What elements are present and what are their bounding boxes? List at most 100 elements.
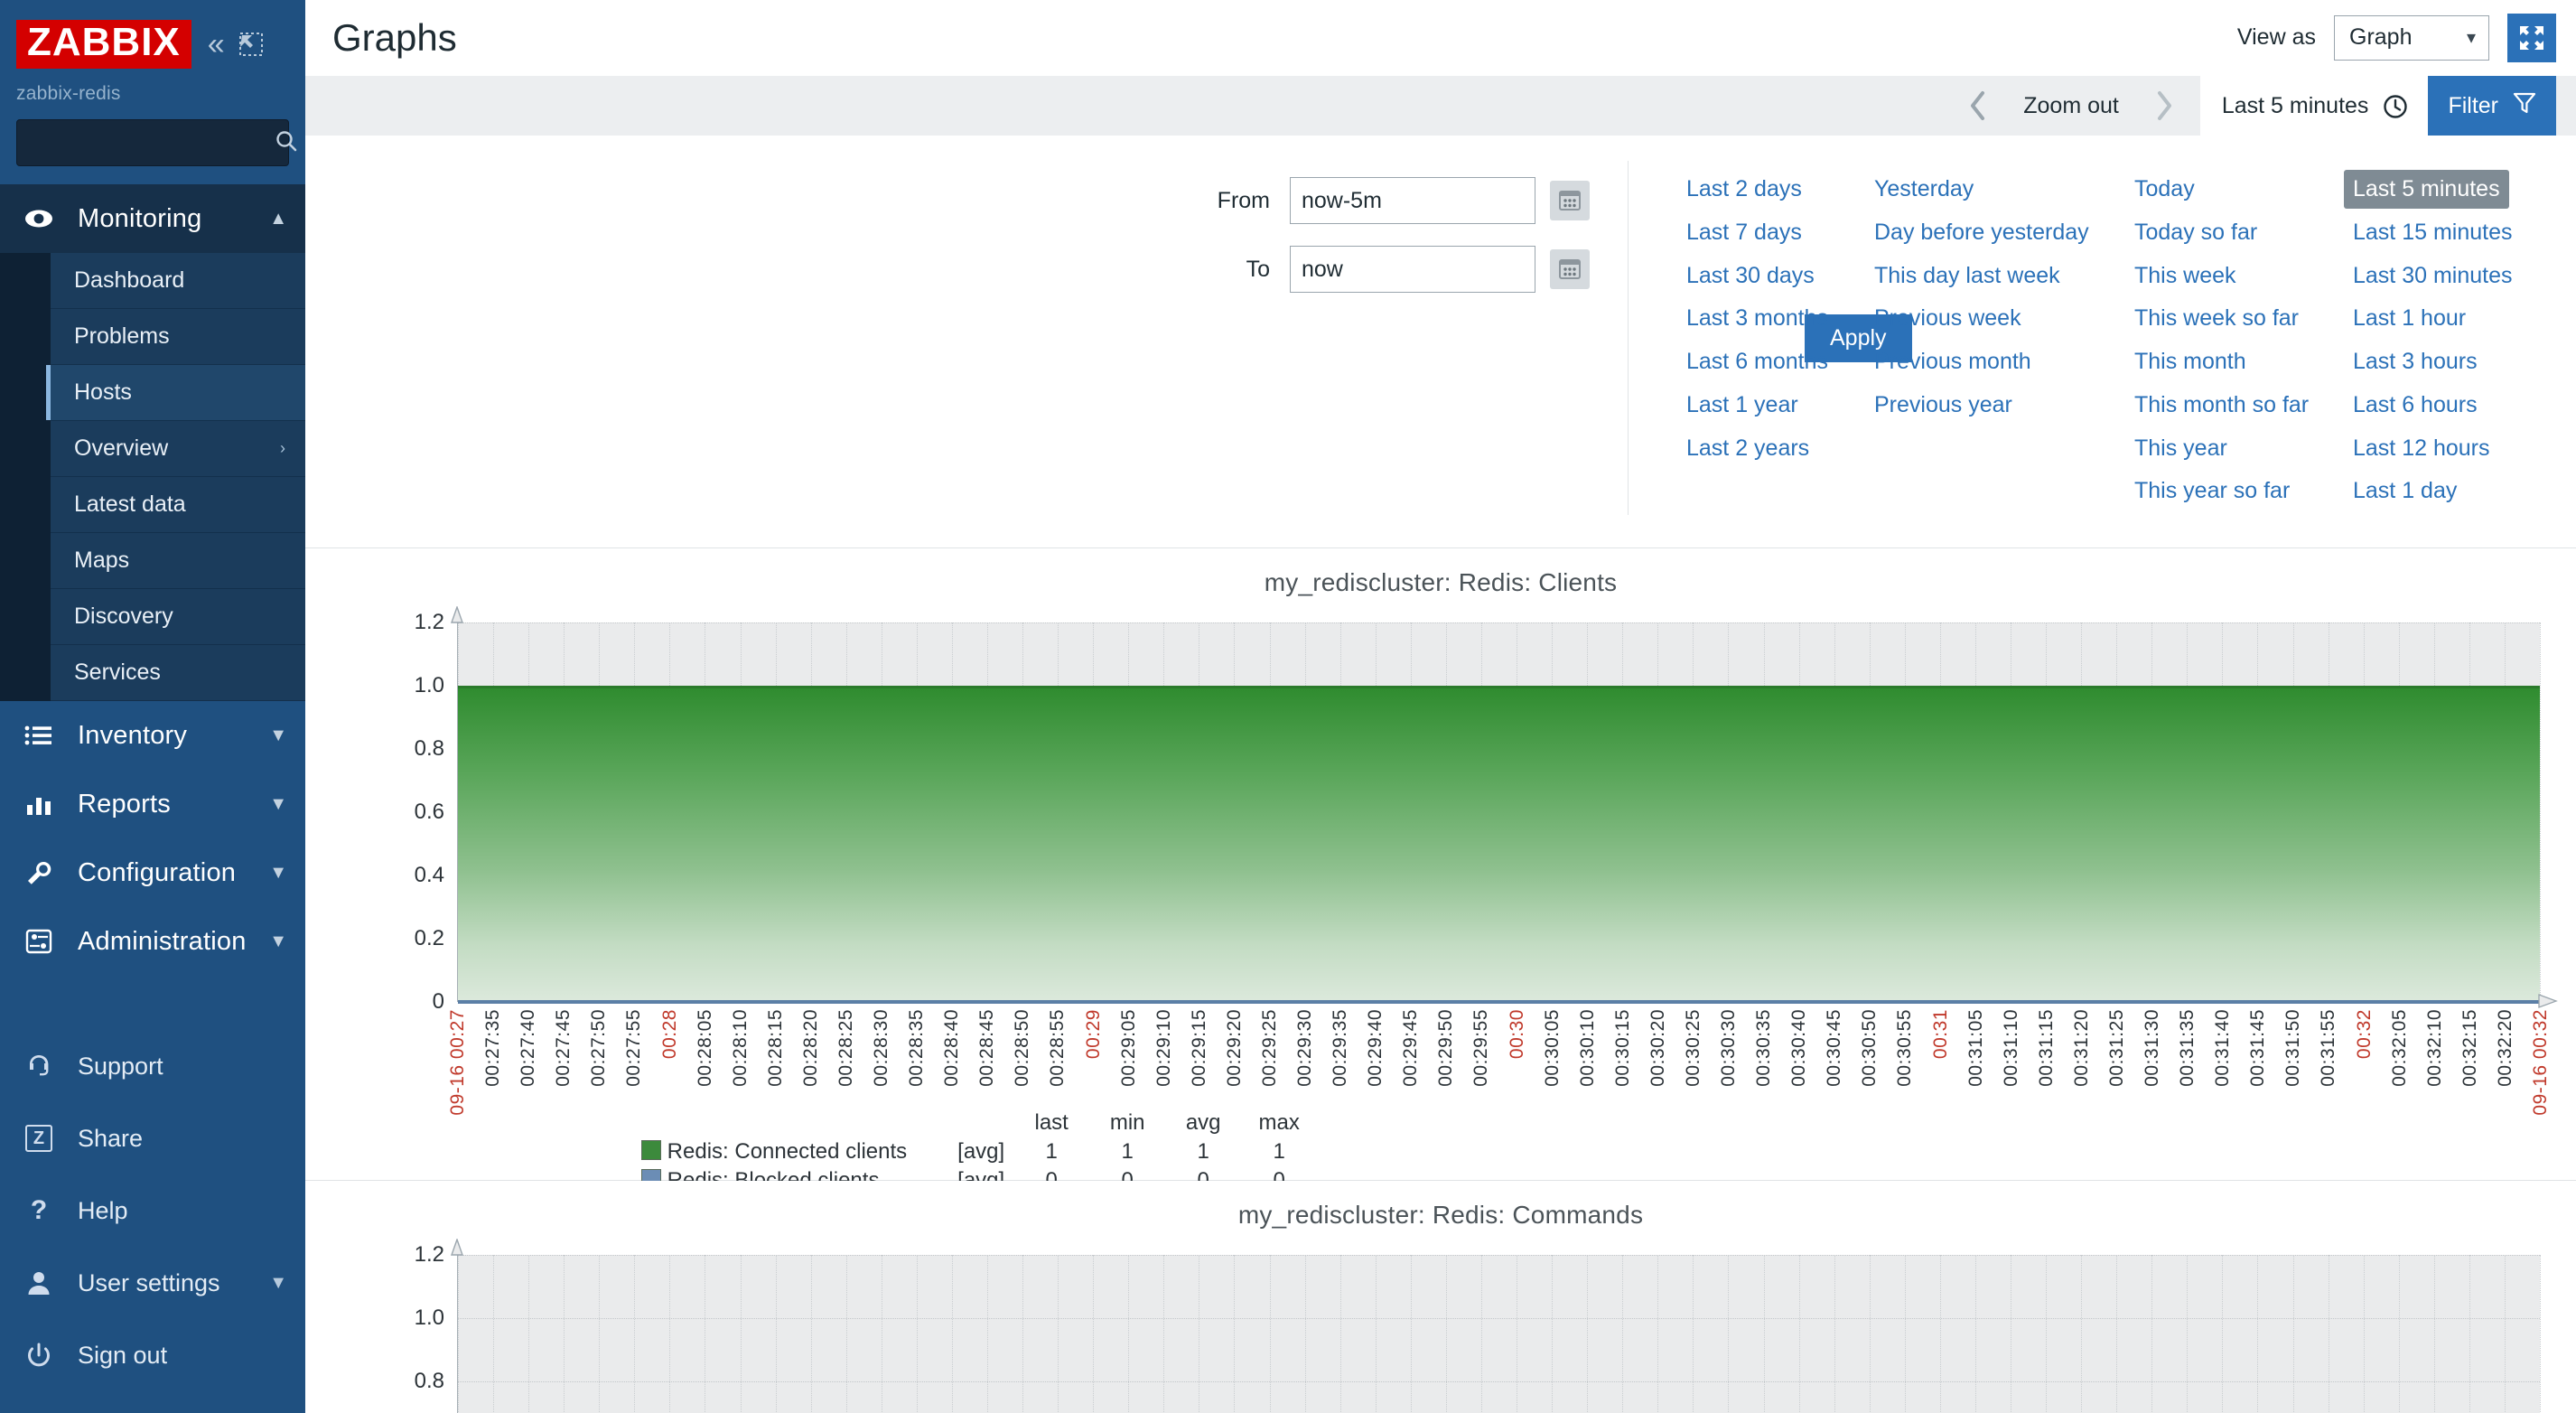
series-line-blocked-clients [458, 1000, 2540, 1004]
quick-range-last-6-months[interactable]: Last 6 months [1677, 342, 1837, 381]
sidebar-item-dashboard[interactable]: Dashboard [51, 253, 305, 309]
quick-range-previous-month[interactable]: Previous month [1865, 342, 2040, 381]
sidebar-item-help[interactable]: ? Help [0, 1174, 305, 1247]
sidebar-group-monitoring[interactable]: Monitoring ▲ [0, 184, 305, 253]
grid-line-vertical [528, 1255, 530, 1413]
sidebar-item-share[interactable]: Z Share [0, 1102, 305, 1174]
sidebar-item-user-settings[interactable]: User settings ▼ [0, 1247, 305, 1319]
chevron-down-icon[interactable]: ▼ [269, 931, 287, 952]
quick-range-previous-year[interactable]: Previous year [1865, 386, 2021, 425]
view-as-select[interactable]: Graph ▾ [2334, 14, 2489, 61]
quick-range-yesterday[interactable]: Yesterday [1865, 170, 1983, 209]
graph-plot-commands[interactable]: 1.21.00.80.60.40.20 [305, 1237, 2576, 1413]
from-input[interactable] [1290, 177, 1535, 224]
y-axis-tick: 1.2 [414, 1242, 444, 1267]
chevron-down-icon[interactable]: ▼ [269, 794, 287, 815]
quick-range-last-1-day[interactable]: Last 1 day [2344, 472, 2466, 510]
to-calendar-icon[interactable] [1550, 249, 1590, 289]
quick-range-last-2-days[interactable]: Last 2 days [1677, 170, 1811, 209]
quick-range-last-30-days[interactable]: Last 30 days [1677, 257, 1824, 295]
plot-area[interactable] [457, 622, 2541, 1004]
quick-range-this-month-so-far[interactable]: This month so far [2125, 386, 2318, 425]
quick-range-this-day-last-week[interactable]: This day last week [1865, 257, 2069, 295]
sidebar-item-maps[interactable]: Maps [51, 533, 305, 589]
grid-line-horizontal [458, 1381, 2540, 1382]
chevron-down-icon: ▾ [2466, 28, 2476, 48]
x-axis-tick: 00:30:10 [1576, 1009, 1598, 1087]
sidebar-group-reports[interactable]: Reports ▼ [0, 770, 305, 838]
time-range-form: From To Apply [305, 161, 1912, 515]
search-box[interactable] [16, 119, 297, 166]
chevron-down-icon[interactable]: ▼ [269, 1273, 287, 1294]
from-calendar-icon[interactable] [1550, 181, 1590, 220]
sidebar-item-latest-data[interactable]: Latest data [51, 477, 305, 533]
graph-plot-clients[interactable]: 1.2 1.0 0.8 0.6 0.4 0.2 0 09-16 00:27 00:27:35 00… [305, 604, 2576, 1119]
sidebar-item-hosts[interactable]: Hosts [46, 365, 305, 421]
grid-line-vertical [1587, 1255, 1589, 1413]
to-input[interactable] [1290, 246, 1535, 293]
time-prev-button[interactable] [1953, 76, 2003, 136]
legend-value: 1 [1121, 1139, 1134, 1164]
chevron-up-icon[interactable]: ▲ [269, 209, 287, 229]
zoom-out-button[interactable]: Zoom out [2003, 76, 2139, 136]
plot-area[interactable] [457, 1255, 2541, 1413]
sidebar-group-administration[interactable]: Administration ▼ [0, 907, 305, 976]
legend-color-swatch [641, 1140, 661, 1160]
search-input[interactable] [30, 132, 275, 154]
sidebar-group-configuration[interactable]: Configuration ▼ [0, 838, 305, 907]
search-icon[interactable] [275, 129, 298, 156]
grid-line-vertical [599, 1255, 601, 1413]
quick-range-this-year-so-far[interactable]: This year so far [2125, 472, 2299, 510]
quick-range-last-12-hours[interactable]: Last 12 hours [2344, 429, 2499, 468]
sidebar-item-support[interactable]: Support [0, 1030, 305, 1102]
grid-line-vertical [1058, 1255, 1059, 1413]
zabbix-logo[interactable]: ZABBIX [16, 20, 191, 69]
sidebar-item-sign-out[interactable]: Sign out [0, 1319, 305, 1391]
quick-range-day-before-yesterday[interactable]: Day before yesterday [1865, 213, 2098, 252]
quick-range-previous-week[interactable]: Previous week [1865, 299, 2030, 338]
quick-range-last-30-minutes[interactable]: Last 30 minutes [2344, 257, 2522, 295]
legend-column-header: last [1034, 1110, 1069, 1135]
grid-line-vertical [564, 1255, 565, 1413]
x-axis-tick: 00:27:35 [482, 1009, 504, 1087]
quick-range-last-15-minutes[interactable]: Last 15 minutes [2344, 213, 2522, 252]
x-axis-tick: 00:28:20 [799, 1009, 821, 1087]
x-axis-tick: 09-16 00:32 [2530, 1009, 2551, 1116]
quick-range-last-1-year[interactable]: Last 1 year [1677, 386, 1807, 425]
quick-range-last-3-months[interactable]: Last 3 months [1677, 299, 1837, 338]
sidebar-item-services[interactable]: Services [51, 645, 305, 701]
x-axis-tick: 00:28:40 [941, 1009, 963, 1087]
time-next-button[interactable] [2139, 76, 2189, 136]
chevron-down-icon[interactable]: ▼ [269, 863, 287, 884]
quick-range-last-7-days[interactable]: Last 7 days [1677, 213, 1811, 252]
quick-range-today[interactable]: Today [2125, 170, 2204, 209]
chevron-down-icon[interactable]: ▼ [269, 725, 287, 746]
sidebar-item-label: Problems [74, 323, 170, 349]
filter-tab[interactable]: Filter [2428, 76, 2556, 136]
grid-line-vertical [2257, 1255, 2259, 1413]
chevron-double-left-icon[interactable]: « [208, 29, 225, 60]
quick-range-last-5-minutes[interactable]: Last 5 minutes [2344, 170, 2509, 209]
quick-range-last-2-years[interactable]: Last 2 years [1677, 429, 1818, 468]
x-axis-tick: 00:30:40 [1788, 1009, 1810, 1087]
quick-range-today-so-far[interactable]: Today so far [2125, 213, 2266, 252]
quick-range-last-6-hours[interactable]: Last 6 hours [2344, 386, 2487, 425]
sidebar-item-discovery[interactable]: Discovery [51, 589, 305, 645]
quick-range-last-1-hour[interactable]: Last 1 hour [2344, 299, 2475, 338]
quick-range-this-month[interactable]: This month [2125, 342, 2255, 381]
legend-column-header: max [1258, 1110, 1300, 1135]
quick-range-last-3-hours[interactable]: Last 3 hours [2344, 342, 2487, 381]
sidebar-item-problems[interactable]: Problems [51, 309, 305, 365]
chevron-right-icon[interactable]: › [280, 439, 285, 458]
quick-range-column-4: Last 5 minutes Last 15 minutes Last 30 min… [2344, 170, 2552, 515]
quick-range-this-year[interactable]: This year [2125, 429, 2236, 468]
quick-range-this-week-so-far[interactable]: This week so far [2125, 299, 2308, 338]
sidebar-group-inventory[interactable]: Inventory ▼ [0, 701, 305, 770]
kiosk-mode-button[interactable] [2507, 13, 2556, 62]
time-range-tab[interactable]: Last 5 minutes [2199, 76, 2429, 136]
x-axis-tick: 00:29:30 [1294, 1009, 1316, 1087]
legend-row[interactable]: Redis: Connected clients [avg] 1 1 1 1 [630, 1137, 1317, 1166]
collapse-sidebar-icon[interactable] [238, 31, 265, 58]
sidebar-item-overview[interactable]: Overview › [51, 421, 305, 477]
quick-range-this-week[interactable]: This week [2125, 257, 2245, 295]
